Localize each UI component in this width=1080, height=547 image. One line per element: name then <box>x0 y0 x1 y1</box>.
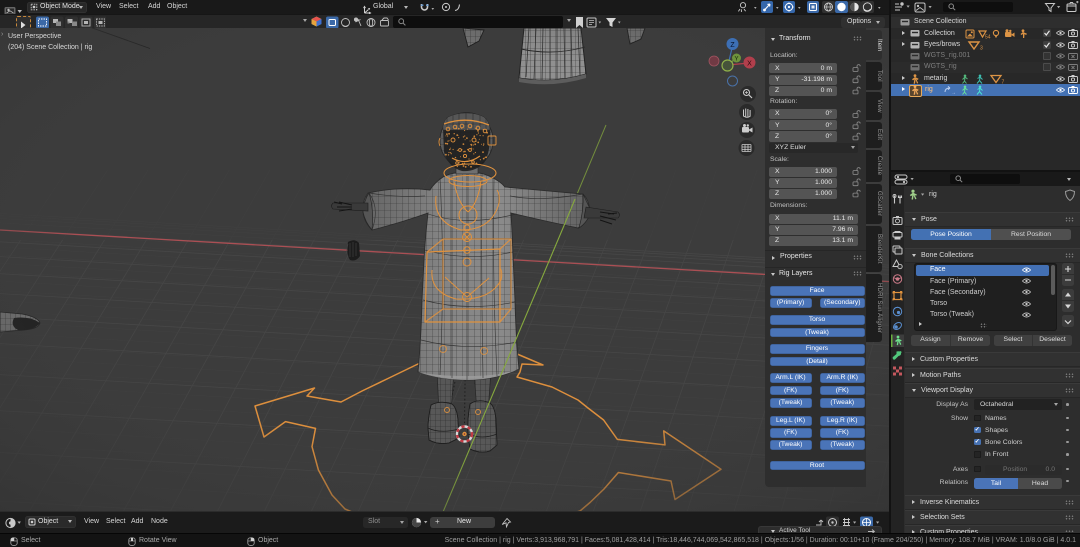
svg-text:3: 3 <box>980 45 983 50</box>
svg-text:Z: Z <box>730 42 735 49</box>
svg-text:→: → <box>951 90 956 95</box>
svg-text:X: X <box>747 60 752 67</box>
svg-text:54: 54 <box>985 34 991 39</box>
svg-text:Y: Y <box>734 57 738 63</box>
svg-text:7: 7 <box>1002 79 1005 84</box>
